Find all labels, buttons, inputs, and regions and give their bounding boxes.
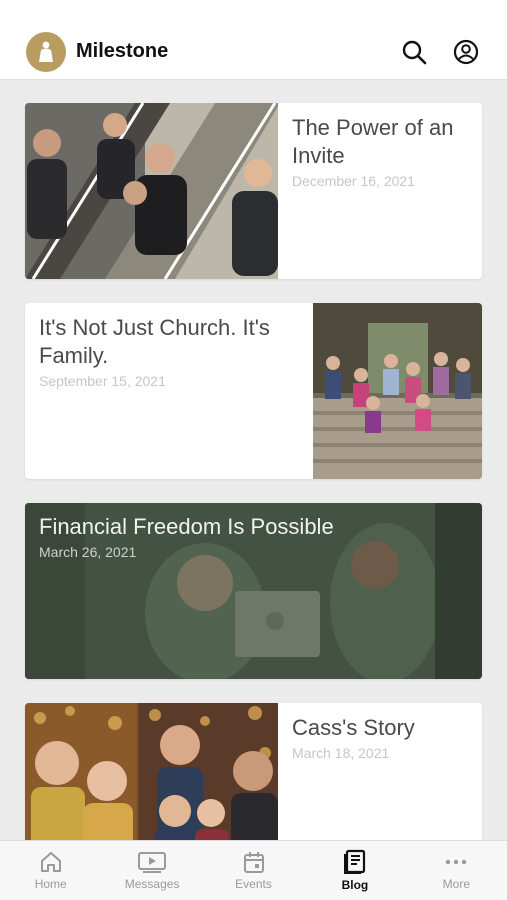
- tab-messages[interactable]: Messages: [101, 841, 202, 900]
- status-bar: [0, 0, 507, 24]
- post-card-financial-freedom[interactable]: Financial Freedom Is Possible March 26, …: [25, 503, 482, 679]
- post-title: Financial Freedom Is Possible: [39, 514, 334, 539]
- app-header: Milestone: [0, 24, 507, 80]
- more-icon: [446, 859, 467, 865]
- profile-icon: [453, 39, 479, 64]
- tab-label: Messages: [124, 877, 180, 891]
- tab-home[interactable]: Home: [0, 841, 101, 900]
- tab-more[interactable]: More: [406, 841, 507, 900]
- app-title: Milestone: [76, 40, 169, 62]
- post-image: [313, 303, 482, 479]
- post-date: March 18, 2021: [292, 745, 390, 761]
- profile-button[interactable]: [451, 37, 481, 67]
- post-title: The Power of an Invite: [292, 115, 454, 168]
- play-icon: [138, 852, 167, 873]
- logo-mark-icon: [39, 41, 53, 62]
- post-image: [25, 103, 278, 279]
- church-logo[interactable]: [26, 31, 66, 72]
- search-button[interactable]: [399, 37, 429, 67]
- post-card-not-just-church[interactable]: It's Not Just Church. It's Family. Septe…: [25, 303, 482, 479]
- home-icon: [40, 852, 61, 872]
- blog-icon: [343, 849, 366, 874]
- blog-feed: The Power of an Invite December 16, 2021…: [0, 80, 507, 879]
- calendar-icon: [243, 852, 264, 873]
- tab-events[interactable]: Events: [203, 841, 304, 900]
- tab-label: Events: [235, 877, 272, 891]
- tab-label: More: [442, 877, 470, 891]
- post-date: March 26, 2021: [39, 544, 137, 560]
- search-icon: [402, 40, 427, 64]
- tab-label: Home: [34, 877, 67, 891]
- post-card-power-of-an-invite[interactable]: The Power of an Invite December 16, 2021: [25, 103, 482, 279]
- bottom-tab-bar: Home Messages Events Blog More: [0, 840, 507, 900]
- tab-label: Blog: [341, 878, 369, 892]
- tab-blog[interactable]: Blog: [304, 841, 405, 900]
- post-date: September 15, 2021: [39, 373, 166, 389]
- post-title: It's Not Just Church. It's Family.: [39, 315, 270, 368]
- post-date: December 16, 2021: [292, 173, 415, 189]
- post-title: Cass's Story: [292, 715, 415, 740]
